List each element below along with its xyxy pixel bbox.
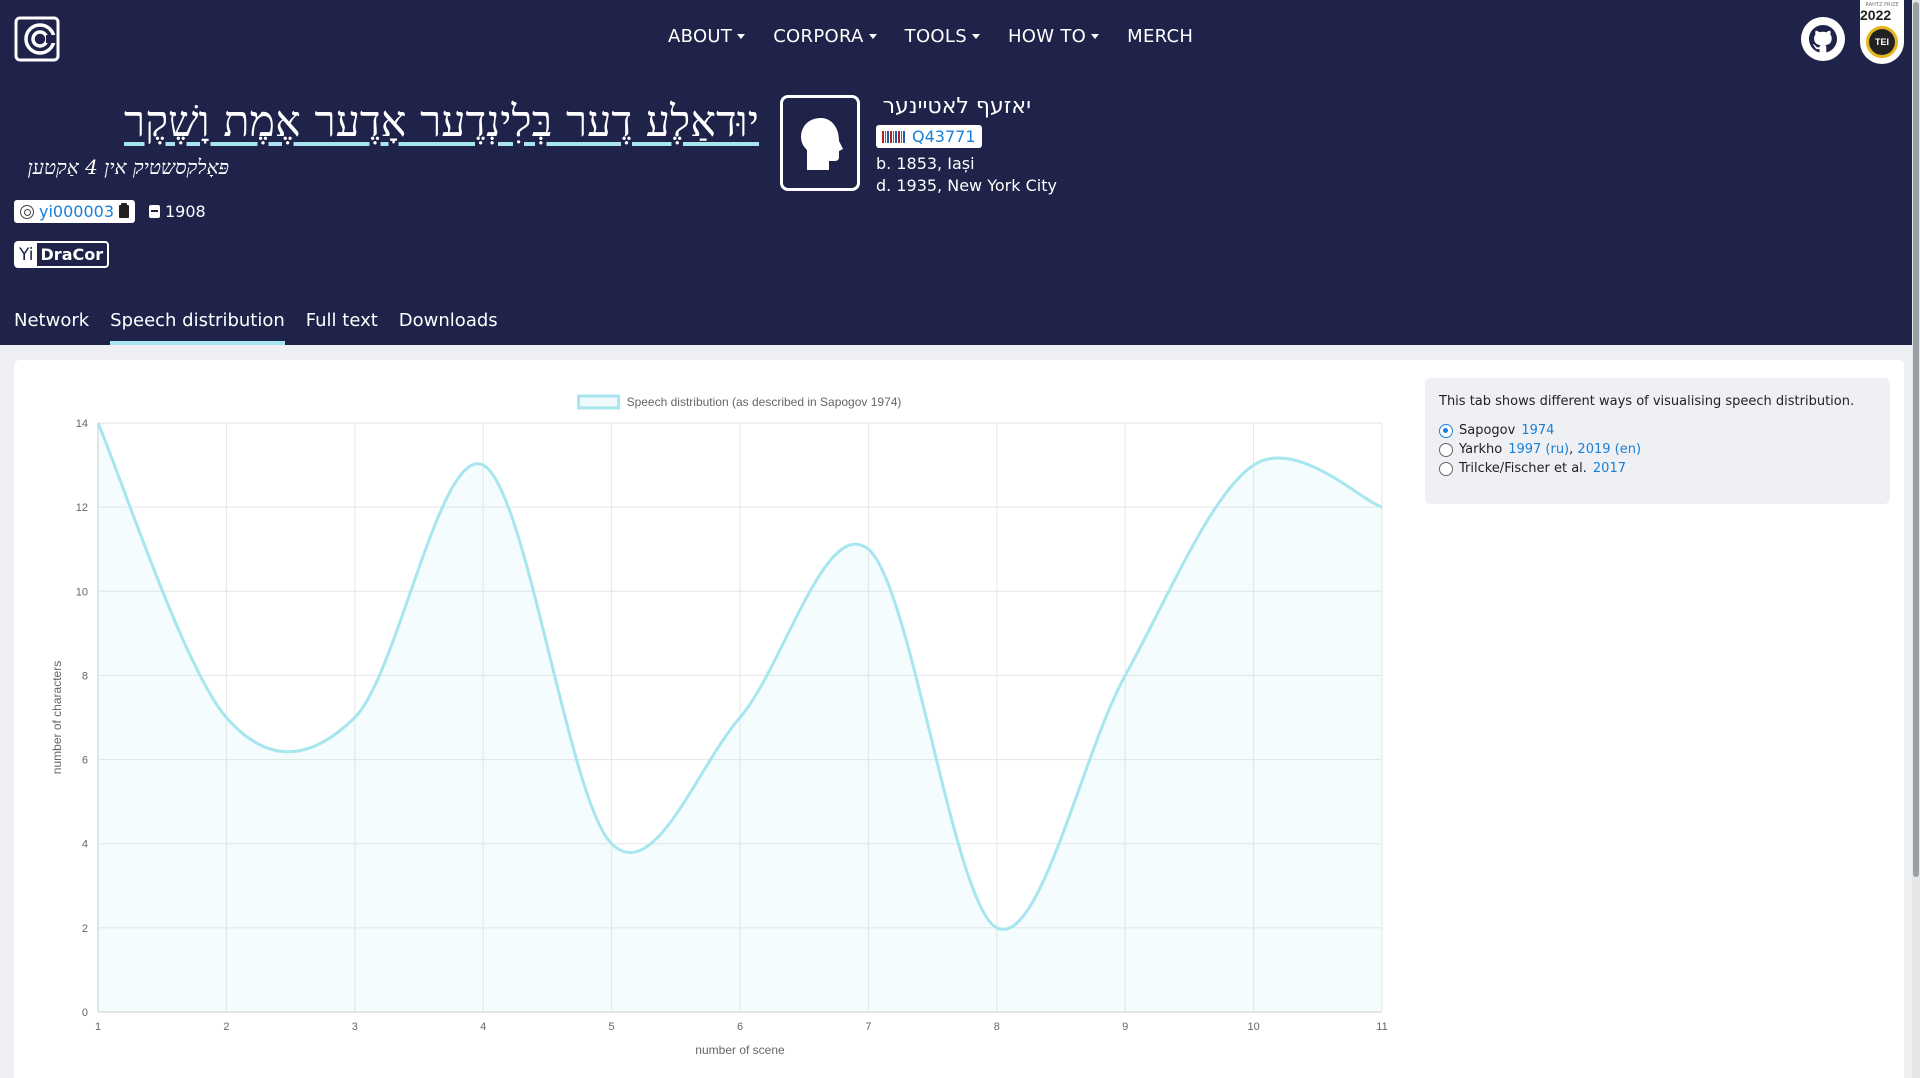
y-axis-label: number of characters <box>50 661 64 774</box>
person-head-icon <box>801 118 843 170</box>
nav-tools[interactable]: TOOLS <box>905 26 980 47</box>
clipboard-icon[interactable] <box>119 203 129 218</box>
x-tick-label: 7 <box>865 1021 871 1033</box>
play-id-badge[interactable]: yi000003 <box>14 200 135 223</box>
author-died: d. 1935, New York City <box>876 176 1057 195</box>
nav-about[interactable]: ABOUT <box>668 26 746 47</box>
y-tick-label: 6 <box>82 755 88 767</box>
x-tick-label: 1 <box>95 1021 101 1033</box>
legend-swatch <box>577 394 621 410</box>
author-portrait <box>780 95 860 191</box>
corpus-name: DraCor <box>40 245 104 264</box>
play-id-link[interactable]: yi000003 <box>39 202 114 221</box>
dracor-small-icon <box>20 204 34 219</box>
wikidata-link[interactable]: Q43771 <box>912 127 976 146</box>
page-scrollbar[interactable] <box>1912 0 1920 1078</box>
x-tick-label: 5 <box>609 1021 615 1033</box>
x-tick-label: 9 <box>1122 1021 1128 1033</box>
x-tick-label: 6 <box>737 1021 743 1033</box>
radio-yarkho[interactable] <box>1439 442 1453 457</box>
chevron-down-icon <box>1091 34 1100 39</box>
tab-full-text[interactable]: Full text <box>306 310 378 345</box>
info-box: This tab shows different ways of visuali… <box>1425 378 1890 504</box>
play-year: 1908 <box>149 202 206 221</box>
link-yarkho-ru[interactable]: 1997 (ru) <box>1508 442 1569 457</box>
corpus-code: Yi <box>16 243 37 266</box>
y-tick-label: 10 <box>76 586 88 598</box>
chevron-down-icon <box>971 34 980 39</box>
link-yarkho-en[interactable]: 2019 (en) <box>1577 442 1641 457</box>
y-tick-label: 2 <box>82 923 88 935</box>
tei-award-badge[interactable]: RAHTZ PRIZE 2022 TEI <box>1860 0 1904 64</box>
speech-distribution-chart: 024681012141 2 3 4 5 6 7 8 9 10 11Speech distribut… <box>50 394 1388 1057</box>
nav-corpora[interactable]: CORPORA <box>773 26 877 47</box>
link-sapogov-1974[interactable]: 1974 <box>1521 423 1554 438</box>
link-trilcke-2017[interactable]: 2017 <box>1593 461 1626 476</box>
wikidata-icon <box>882 130 906 143</box>
main-nav: ABOUT CORPORA TOOLS HOW TO MERCH <box>668 26 1193 47</box>
tab-network[interactable]: Network <box>14 310 89 345</box>
chevron-down-icon <box>868 34 877 39</box>
play-meta: yi000003 1908 <box>14 200 206 223</box>
nav-how-to[interactable]: HOW TO <box>1008 26 1100 47</box>
x-tick-label: 4 <box>480 1021 486 1033</box>
option-sapogov[interactable]: Sapogov 1974 <box>1439 423 1876 438</box>
github-icon[interactable] <box>1800 16 1846 62</box>
x-tick-label: 2 <box>223 1021 229 1033</box>
y-tick-label: 0 <box>82 1007 88 1019</box>
corpus-badge[interactable]: Yi DraCor <box>14 241 110 268</box>
legend-label: Speech distribution (as described in Sap… <box>627 395 902 409</box>
book-icon <box>149 205 160 218</box>
play-subtitle: פּאָלקסשטיק אין 4 אַקטען <box>27 155 229 179</box>
y-tick-label: 8 <box>82 670 88 682</box>
tab-speech-distribution[interactable]: Speech distribution <box>110 310 285 345</box>
nav-merch[interactable]: MERCH <box>1127 26 1193 47</box>
tab-downloads[interactable]: Downloads <box>399 310 498 345</box>
scrollbar-thumb[interactable] <box>1913 2 1919 877</box>
radio-sapogov[interactable] <box>1439 423 1453 438</box>
play-title: יוּדאַלֶע דֶער בְּלִינְדֶער אָדֶער אֶמֶת… <box>124 97 759 147</box>
play-tabs: Network Speech distribution Full text Do… <box>14 310 498 345</box>
header: ABOUT CORPORA TOOLS HOW TO MERCH RAHTZ P… <box>0 0 1920 345</box>
x-tick-label: 3 <box>352 1021 358 1033</box>
chevron-down-icon <box>737 34 746 39</box>
dracor-logo-icon[interactable] <box>14 16 60 62</box>
author-info: יאזעף לאטיינער Q43771 b. 1853, Iași d. 1… <box>876 94 1057 197</box>
x-tick-label: 11 <box>1376 1021 1387 1033</box>
y-tick-label: 4 <box>82 839 88 851</box>
x-tick-label: 10 <box>1247 1021 1259 1033</box>
option-trilcke[interactable]: Trilcke/Fischer et al. 2017 <box>1439 461 1876 476</box>
y-tick-label: 14 <box>76 418 88 430</box>
x-axis-label: number of scene <box>695 1043 785 1057</box>
radio-trilcke[interactable] <box>1439 461 1453 476</box>
author-name: יאזעף לאטיינער <box>882 94 1031 119</box>
option-yarkho[interactable]: Yarkho 1997 (ru), 2019 (en) <box>1439 442 1876 457</box>
info-description: This tab shows different ways of visuali… <box>1439 394 1855 409</box>
wikidata-badge[interactable]: Q43771 <box>876 125 982 148</box>
x-tick-label: 8 <box>994 1021 1000 1033</box>
y-tick-label: 12 <box>76 502 88 514</box>
author-born: b. 1853, Iași <box>876 154 975 173</box>
